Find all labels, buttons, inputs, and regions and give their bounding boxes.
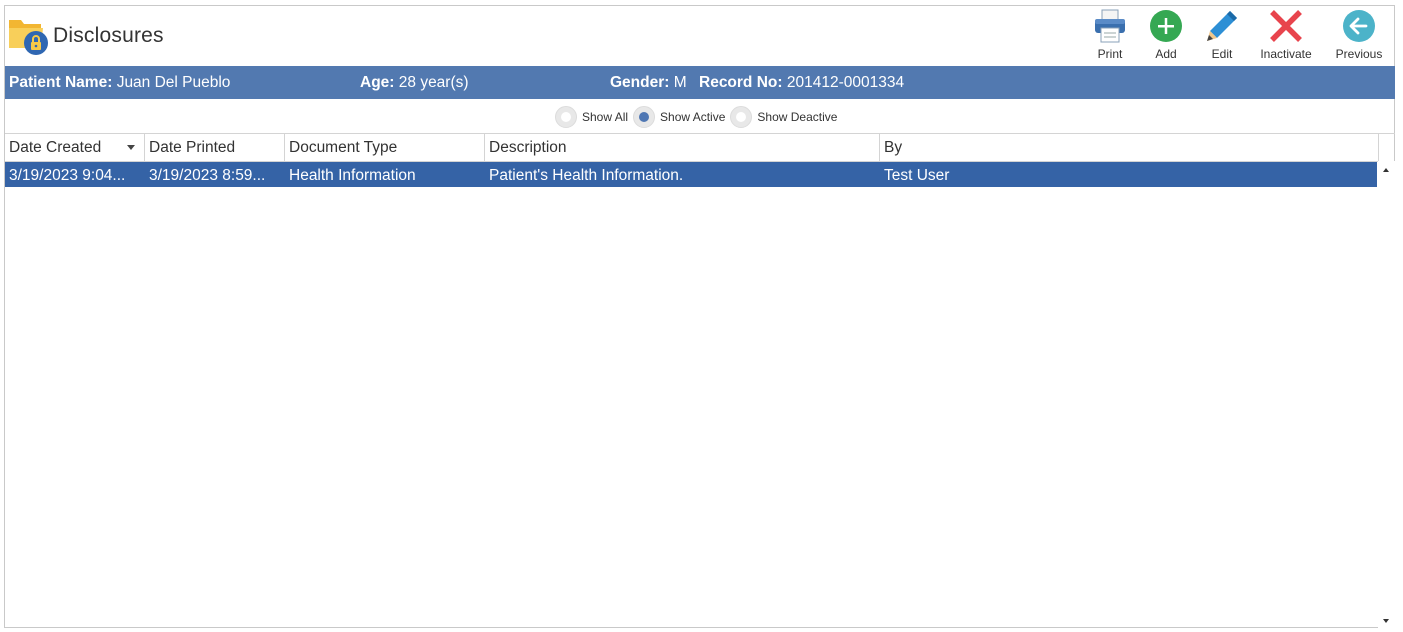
patient-record-label: Record No: <box>699 74 783 91</box>
patient-record-value: 201412-0001334 <box>786 74 905 91</box>
grid-header: Date Created Date Printed Document Type … <box>5 134 1379 162</box>
pencil-icon <box>1207 11 1237 41</box>
scroll-up-arrow-icon[interactable] <box>1383 168 1389 172</box>
patient-gender: Gender: M <box>610 74 687 92</box>
column-header-label: Date Created <box>9 139 102 156</box>
vertical-scrollbar[interactable] <box>1378 161 1395 628</box>
page-title: Disclosures <box>53 24 164 47</box>
inactivate-label: Inactivate <box>1260 47 1312 61</box>
previous-label: Previous <box>1335 47 1383 61</box>
show-deactive-radio[interactable]: Show Deactive <box>730 106 837 128</box>
radio-circle <box>633 106 656 128</box>
patient-age-label: Age: <box>360 74 395 91</box>
patient-age: Age: 28 year(s) <box>360 74 469 92</box>
column-header-label: Description <box>489 139 567 156</box>
column-header-document-type[interactable]: Document Type <box>285 134 485 161</box>
patient-gender-value: M <box>673 74 687 91</box>
patient-age-value: 28 year(s) <box>398 74 469 91</box>
radio-circle <box>730 106 753 128</box>
column-header-date-printed[interactable]: Date Printed <box>145 134 285 161</box>
column-header-label: By <box>884 139 903 156</box>
column-header-date-created[interactable]: Date Created <box>5 134 145 161</box>
add-label: Add <box>1155 47 1177 61</box>
patient-name: Patient Name: Juan Del Pueblo <box>9 74 230 92</box>
folder-lock-icon <box>9 20 48 55</box>
column-header-label: Document Type <box>289 139 398 156</box>
radio-circle <box>555 106 577 128</box>
show-active-radio[interactable]: Show Active <box>633 106 725 128</box>
cell-document-type: Health Information <box>289 167 416 184</box>
show-deactive-label: Show Deactive <box>757 110 838 124</box>
scroll-down-arrow-icon[interactable] <box>1383 619 1389 623</box>
cell-by: Test User <box>884 167 950 184</box>
edit-button[interactable]: Edit <box>1199 8 1245 61</box>
cell-description: Patient's Health Information. <box>489 167 684 184</box>
inactivate-button[interactable]: Inactivate <box>1255 8 1317 61</box>
column-header-description[interactable]: Description <box>485 134 880 161</box>
toolbar: Print Add Edit Inactivate Previous <box>1077 8 1389 62</box>
cell-date-created: 3/19/2023 9:04... <box>9 167 126 184</box>
edit-label: Edit <box>1211 47 1233 61</box>
arrow-left-circle-icon <box>1343 10 1375 42</box>
show-all-radio[interactable]: Show All <box>555 106 628 128</box>
patient-info-bar: Patient Name: Juan Del Pueblo Age: 28 ye… <box>5 66 1395 99</box>
filter-radio-group: Show All Show Active Show Deactive <box>555 104 842 130</box>
sort-descending-icon <box>127 145 135 150</box>
print-button[interactable]: Print <box>1087 8 1133 61</box>
plus-circle-icon <box>1150 10 1182 42</box>
cell-date-printed: 3/19/2023 8:59... <box>149 167 266 184</box>
patient-name-label: Patient Name: <box>9 74 113 91</box>
column-header-by[interactable]: By <box>880 134 1379 161</box>
column-header-label: Date Printed <box>149 139 236 156</box>
print-label: Print <box>1097 47 1123 61</box>
show-active-label: Show Active <box>660 110 726 124</box>
previous-button[interactable]: Previous <box>1329 8 1389 61</box>
patient-gender-label: Gender: <box>610 74 670 91</box>
add-button[interactable]: Add <box>1143 8 1189 61</box>
disclosures-grid: Date Created Date Printed Document Type … <box>5 133 1395 628</box>
patient-record: Record No: 201412-0001334 <box>699 74 904 92</box>
show-all-label: Show All <box>582 110 629 124</box>
table-row[interactable]: 3/19/2023 9:04... 3/19/2023 8:59... Heal… <box>5 162 1377 187</box>
patient-name-value: Juan Del Pueblo <box>116 74 231 91</box>
red-x-icon <box>1270 10 1302 42</box>
printer-icon <box>1095 9 1125 43</box>
